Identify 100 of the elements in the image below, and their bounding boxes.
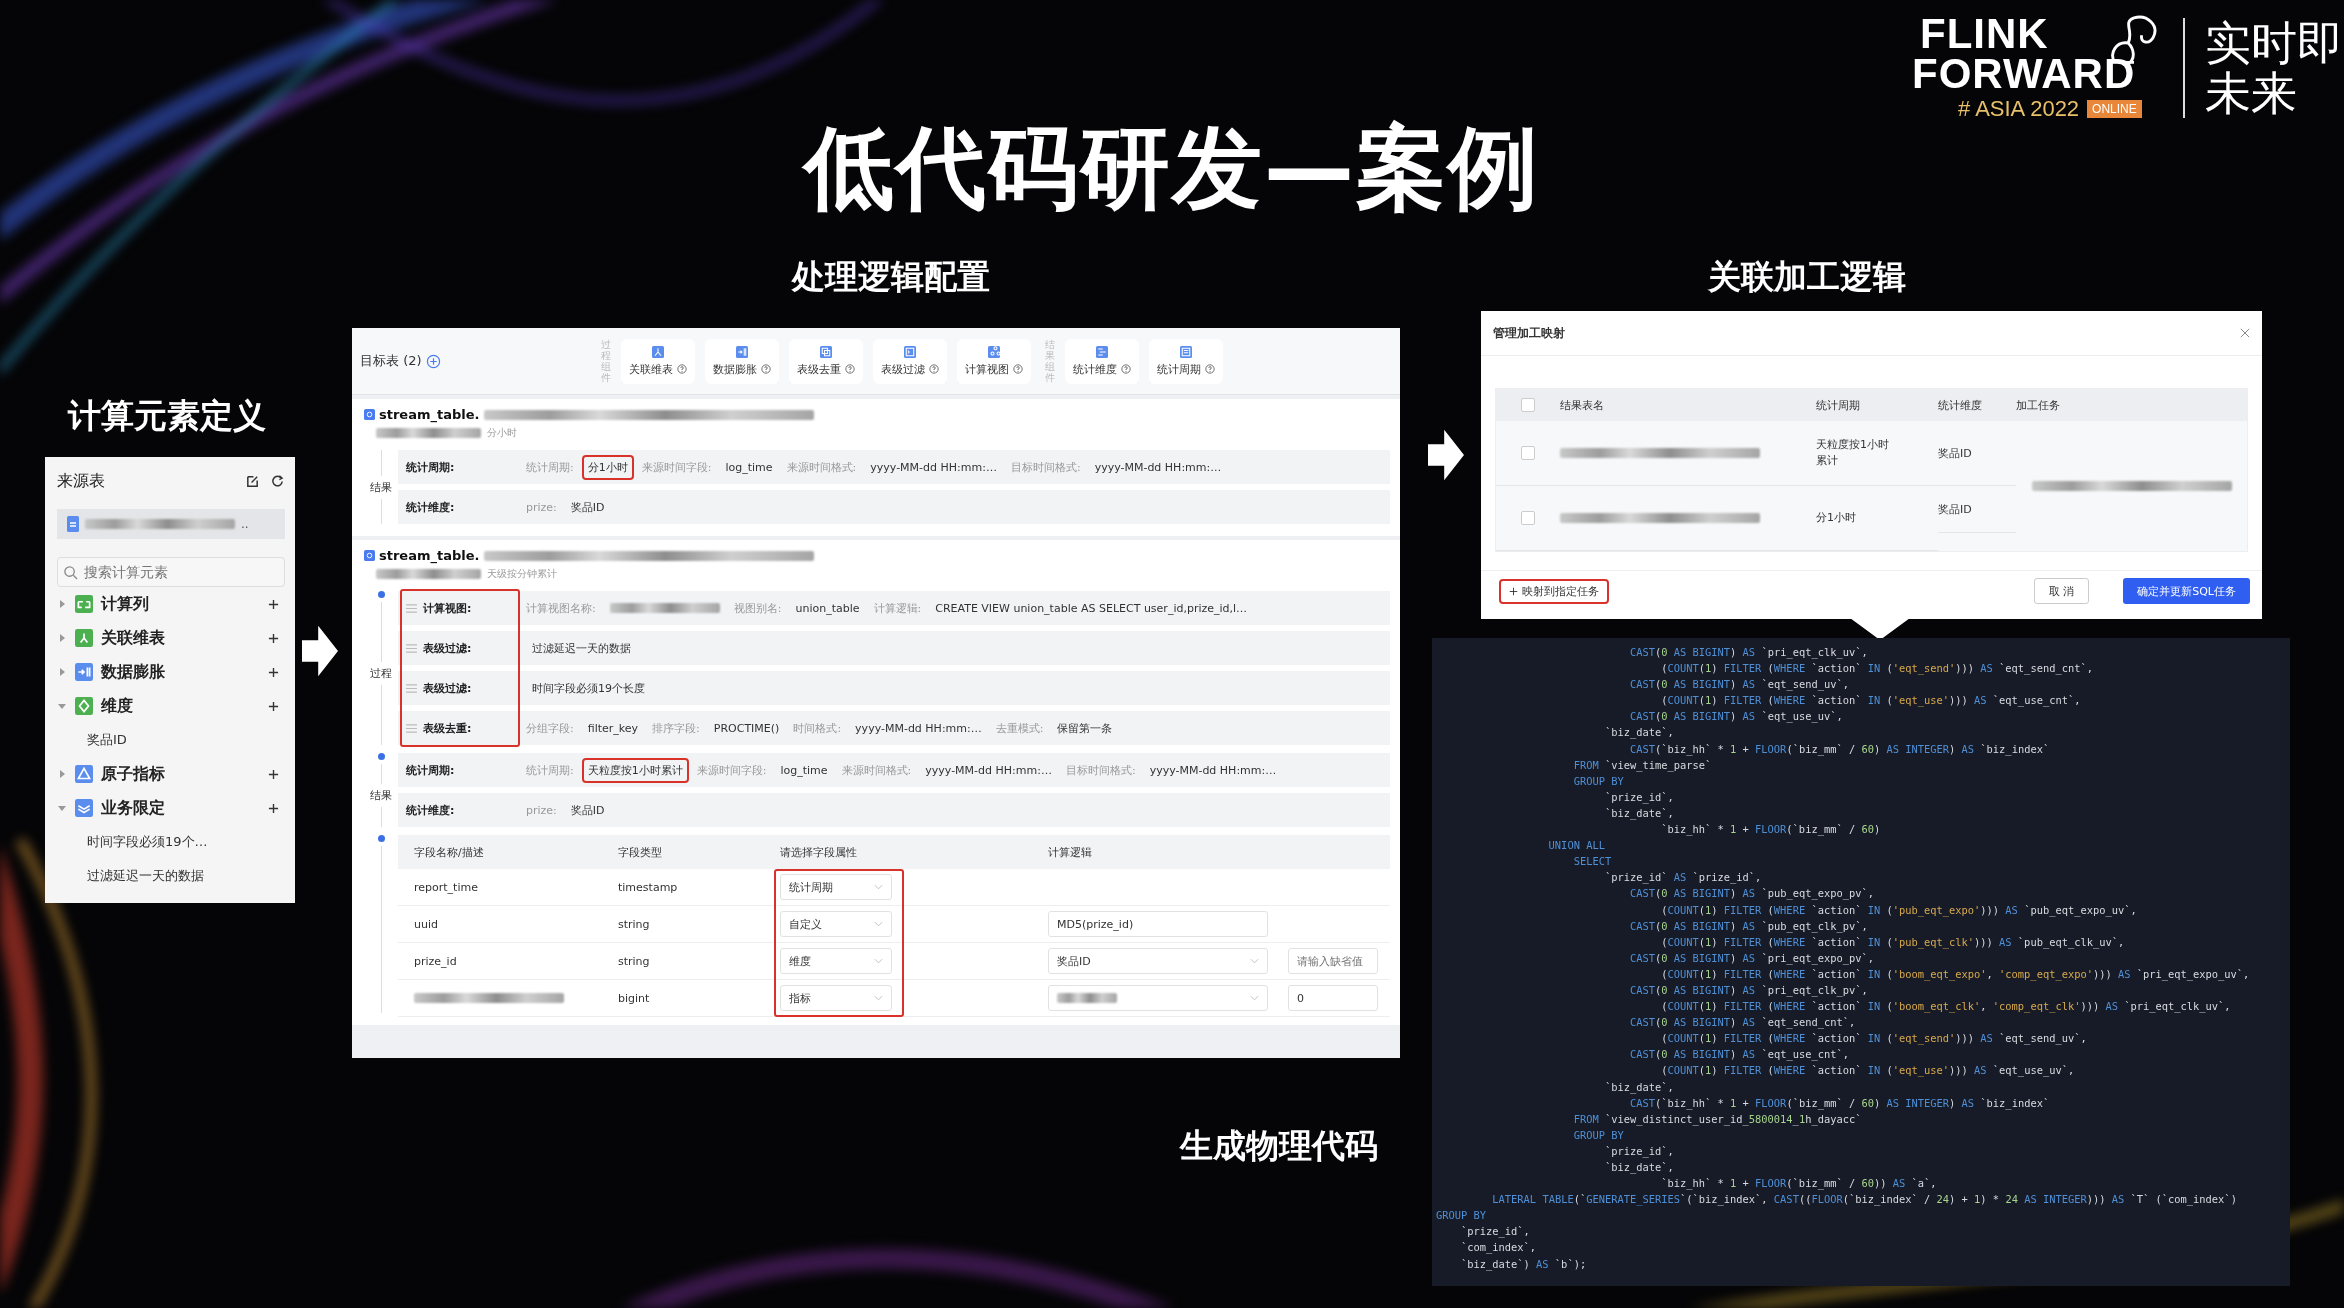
field-value: log_time: [724, 459, 774, 476]
table-cell: report_time: [414, 880, 478, 894]
code-line: CAST(0 AS BIGINT) AS `pub_eqt_expo_pv`,: [1628, 886, 1874, 902]
code-line: (COUNT(1) FILTER (WHERE `action` IN ('eqt_send'))) AS `eqt_send_uv`,: [1660, 1031, 2087, 1047]
add-icon[interactable]: [268, 632, 279, 644]
field-value: yyyy-MM-dd HH:mm:…: [869, 459, 998, 476]
field-value: yyyy-MM-dd HH:mm:…: [854, 720, 983, 737]
help-icon: [1120, 364, 1131, 374]
target-icon: [364, 409, 375, 420]
map-task-button[interactable]: 映射到指定任务: [1499, 578, 1609, 604]
field-label: 统计周期:: [526, 459, 574, 475]
row-label: 表级过滤:: [423, 680, 472, 696]
attribute-select[interactable]: 指标: [780, 985, 892, 1011]
code-line: `biz_date`,: [1603, 805, 1674, 822]
field-label: 计算视图名称:: [526, 600, 596, 616]
code-line: CAST(0 AS BIGINT) AS `eqt_send_uv`,: [1628, 677, 1849, 693]
component-button[interactable]: 数据膨胀: [704, 338, 779, 384]
confirm-button[interactable]: 确定并更新SQL任务: [2123, 578, 2250, 604]
tree-item[interactable]: 数据膨胀: [57, 655, 285, 689]
timeline-dot: [377, 591, 385, 598]
field-label: 时间格式:: [793, 720, 842, 736]
drag-handle-icon[interactable]: [406, 683, 417, 693]
tree-item[interactable]: 维度: [57, 689, 285, 723]
table-cell: 奖品ID: [1938, 445, 1972, 461]
drag-handle-icon[interactable]: [406, 643, 417, 653]
checkbox[interactable]: [1521, 511, 1535, 525]
refresh-icon[interactable]: [270, 473, 285, 489]
component-button[interactable]: 表级去重: [788, 338, 863, 384]
tree-item[interactable]: 过滤延迟一天的数据: [57, 859, 285, 893]
source-table-item[interactable]: ..: [57, 509, 285, 539]
code-line: `biz_hh` * 1 + FLOOR(`biz_mm` / 60)) AS `a`,: [1660, 1176, 1937, 1192]
field-value: filter_key: [586, 720, 640, 737]
cancel-button[interactable]: 取 消: [2033, 578, 2090, 604]
edit-icon[interactable]: [245, 473, 260, 489]
period-component-icon: [1179, 345, 1192, 358]
row-label: 统计周期:: [406, 762, 455, 778]
tree-item[interactable]: 奖品ID: [57, 723, 285, 757]
right-arrow: [1428, 429, 1464, 481]
drag-handle-icon[interactable]: [406, 723, 417, 733]
row-label: 统计维度:: [406, 802, 455, 818]
column-header: 统计周期: [1816, 389, 1938, 421]
checkbox[interactable]: [1521, 446, 1535, 460]
code-line: CAST(`biz_hh` * 1 + FLOOR(`biz_mm` / 60) AS INTEGER) AS `biz_index`: [1628, 741, 2050, 757]
column-header: 结果表名: [1560, 389, 1816, 421]
add-icon[interactable]: [268, 802, 279, 814]
help-icon: [1204, 364, 1215, 374]
logic-select[interactable]: 奖品ID: [1048, 948, 1268, 974]
field-value: 分1小时: [581, 454, 634, 480]
default-value-field[interactable]: 0: [1288, 985, 1378, 1011]
field-label: prize:: [526, 500, 557, 514]
logic-select[interactable]: [1048, 985, 1268, 1011]
table-name: stream_table.: [379, 548, 480, 563]
checkbox[interactable]: [1521, 398, 1535, 412]
attribute-select[interactable]: 统计周期: [780, 874, 892, 900]
component-button[interactable]: 表级过滤: [872, 338, 947, 384]
logo-text: FORWARD: [1912, 54, 2136, 94]
row-label: 统计周期:: [406, 459, 455, 475]
column-header: 请选择字段属性: [780, 844, 858, 860]
field-label: prize:: [526, 803, 557, 817]
table-description: 天级按分钟累计: [487, 567, 557, 581]
logic-field[interactable]: MD5(prize_id): [1048, 911, 1268, 937]
field-value: yyyy-MM-dd HH:mm:…: [924, 762, 1053, 779]
field-label: 计算逻辑:: [873, 600, 922, 616]
table-cell: string: [618, 917, 650, 931]
tree-item[interactable]: 关联维表: [57, 621, 285, 655]
table-cell: prize_id: [414, 954, 457, 968]
field-label: 来源时间字段:: [696, 762, 767, 778]
component-button[interactable]: 关联维表: [620, 338, 695, 384]
code-line: (COUNT(1) FILTER (WHERE `action` IN ('boom_eqt_expo', 'comp_eqt_expo'))) AS `pri_eqt_expo_uv`,: [1660, 966, 2250, 982]
tree-item[interactable]: 原子指标: [57, 757, 285, 791]
add-icon[interactable]: [268, 666, 279, 678]
code-line: CAST(0 AS BIGINT) AS `pri_eqt_clk_uv`,: [1628, 645, 1868, 661]
tree-item[interactable]: 业务限定: [57, 791, 285, 825]
add-icon[interactable]: [268, 700, 279, 712]
attribute-select[interactable]: 自定义: [780, 911, 892, 937]
table-name: stream_table.: [379, 407, 480, 422]
section-heading: 计算元素定义: [68, 395, 266, 437]
caret-icon: [874, 958, 883, 964]
add-icon[interactable]: [268, 598, 279, 610]
search-field[interactable]: 搜索计算元素: [57, 557, 285, 587]
code-line: (COUNT(1) FILTER (WHERE `action` IN ('pub_eqt_expo'))) AS `pub_eqt_expo_uv`,: [1660, 902, 2137, 918]
component-button[interactable]: 统计维度: [1064, 338, 1139, 384]
tree-item[interactable]: 计算列: [57, 587, 285, 621]
add-icon[interactable]: [268, 768, 279, 780]
code-line: CAST(0 AS BIGINT) AS `eqt_use_uv`,: [1628, 709, 1843, 725]
close-icon[interactable]: [2240, 328, 2250, 338]
section-heading: 生成物理代码: [1180, 1125, 1378, 1167]
field-value: PROCTIME(): [712, 720, 781, 737]
drag-handle-icon[interactable]: [406, 603, 417, 613]
column-header: 字段名称/描述: [413, 844, 485, 860]
tree-item[interactable]: 时间字段必须19个…: [57, 825, 285, 859]
table-cell: string: [618, 954, 650, 968]
default-value-field[interactable]: 请输入缺省值: [1288, 948, 1378, 974]
component-button[interactable]: 统计周期: [1148, 338, 1223, 384]
column-header: 统计维度: [1938, 389, 2016, 421]
field-label: 来源时间字段:: [641, 459, 712, 475]
component-button[interactable]: 计算视图: [956, 338, 1031, 384]
table-cell: timestamp: [618, 880, 678, 894]
attribute-select[interactable]: 维度: [780, 948, 892, 974]
code-line: SELECT: [1572, 854, 1612, 870]
